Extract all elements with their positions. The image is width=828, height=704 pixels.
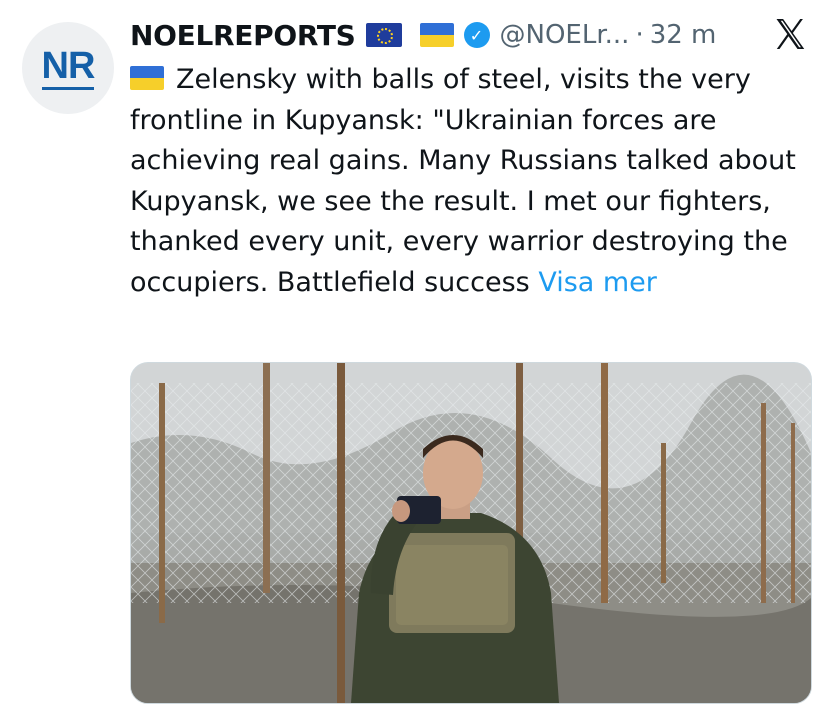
x-logo-icon[interactable] <box>772 16 808 52</box>
eu-flag-icon <box>365 23 402 47</box>
display-name[interactable]: NOELREPORTS <box>130 19 356 52</box>
user-handle[interactable]: @NOELr... <box>500 20 630 50</box>
verified-badge-icon[interactable]: ✓ <box>463 22 490 48</box>
tweet-body: Zelensky with balls of steel, visits the… <box>130 64 796 298</box>
tweet-text: Zelensky with balls of steel, visits the… <box>130 60 810 303</box>
timestamp[interactable]: 32 m <box>650 20 717 50</box>
video-frame-image <box>131 363 811 703</box>
avatar-logo-text: NR <box>41 47 95 90</box>
tweet-media-image[interactable] <box>130 362 812 704</box>
avatar[interactable]: NR <box>22 22 114 114</box>
ukraine-flag-icon <box>419 23 454 47</box>
separator-dot: · <box>635 20 644 50</box>
show-more-link[interactable]: Visa mer <box>538 267 657 298</box>
ukraine-flag-icon <box>130 66 164 90</box>
tweet-header: NOELREPORTS ✓ @NOELr... · 32 m <box>130 12 808 58</box>
